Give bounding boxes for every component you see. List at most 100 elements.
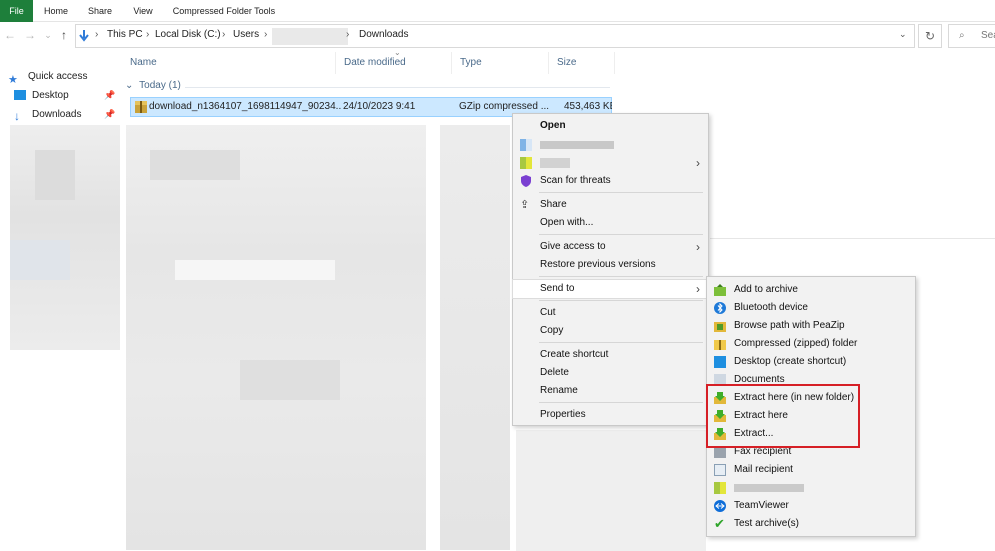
- sendto-redacted[interactable]: [707, 479, 915, 497]
- pin-icon[interactable]: 📌: [104, 90, 115, 101]
- nav-item-downloads[interactable]: ↓ Downloads: [14, 106, 81, 124]
- menu-item-restore-previous-versions[interactable]: Restore previous versions: [513, 256, 708, 274]
- menu-label: Mail recipient: [734, 464, 793, 475]
- redacted-label: [540, 158, 570, 168]
- share-icon: ⇪: [520, 199, 530, 211]
- menu-item-give-access[interactable]: Give access to ›: [513, 238, 708, 256]
- tab-compressed-folder-tools[interactable]: Compressed Folder Tools: [168, 0, 280, 22]
- group-label: Today (1): [139, 80, 181, 91]
- context-menu: Open › Scan for threats ⇪ Share Open wit…: [512, 113, 709, 426]
- menu-separator: [539, 300, 703, 301]
- menu-item-cut[interactable]: Cut: [513, 304, 708, 322]
- chevron-right-icon: ›: [696, 282, 700, 296]
- menu-label: Scan for threats: [540, 175, 611, 186]
- menu-label: Create shortcut: [540, 349, 609, 360]
- menu-label: Desktop (create shortcut): [734, 356, 847, 367]
- menu-item-scan-for-threats[interactable]: Scan for threats: [513, 172, 708, 190]
- menu-item-copy[interactable]: Copy: [513, 322, 708, 340]
- sendto-teamviewer[interactable]: TeamViewer: [707, 497, 915, 515]
- chevron-right-icon: ›: [264, 29, 268, 40]
- menu-item-delete[interactable]: Delete: [513, 364, 708, 382]
- tab-view[interactable]: View: [128, 0, 158, 22]
- breadcrumb-this-pc[interactable]: This PC: [107, 29, 143, 40]
- download-arrow-icon: ↓: [14, 109, 20, 124]
- column-size[interactable]: Size: [549, 52, 615, 74]
- menu-label: Share: [540, 199, 567, 210]
- menu-separator: [539, 234, 703, 235]
- breadcrumb-local-disk[interactable]: Local Disk (C:): [155, 29, 221, 40]
- file-type: GZip compressed ...: [459, 101, 550, 112]
- peazip-add-icon: [714, 284, 726, 296]
- refresh-icon[interactable]: ↻: [918, 24, 942, 48]
- menu-separator: [539, 342, 703, 343]
- up-icon[interactable]: ↑: [56, 27, 72, 43]
- menu-label: Properties: [540, 409, 586, 420]
- back-icon[interactable]: ←: [2, 27, 18, 43]
- menu-label: TeamViewer: [734, 500, 789, 511]
- nav-item-desktop[interactable]: Desktop: [14, 87, 69, 105]
- breadcrumb-downloads[interactable]: Downloads: [359, 29, 408, 40]
- sendto-add-to-archive[interactable]: Add to archive: [707, 281, 915, 299]
- sendto-compressed-folder[interactable]: Compressed (zipped) folder: [707, 335, 915, 353]
- menu-item-open-with[interactable]: Open with...: [513, 214, 708, 232]
- shield-icon: [521, 175, 531, 187]
- address-bar[interactable]: › This PC › Local Disk (C:) › Users › › …: [75, 24, 915, 48]
- menu-separator: [539, 276, 703, 277]
- menu-label: Rename: [540, 385, 578, 396]
- redacted-label: [734, 484, 804, 492]
- column-type[interactable]: Type: [452, 52, 549, 74]
- menu-separator: [539, 192, 703, 193]
- menu-item-redacted-submenu[interactable]: ›: [513, 154, 708, 172]
- forward-icon[interactable]: →: [22, 27, 38, 43]
- tab-home[interactable]: Home: [40, 0, 72, 22]
- chevron-right-icon: ›: [95, 29, 99, 40]
- sendto-browse-path-peazip[interactable]: Browse path with PeaZip: [707, 317, 915, 335]
- breadcrumb-users[interactable]: Users: [233, 29, 259, 40]
- column-name[interactable]: Name: [122, 52, 336, 74]
- desktop-icon: [14, 90, 26, 101]
- menu-item-rename[interactable]: Rename: [513, 382, 708, 400]
- chevron-right-icon: ›: [346, 29, 350, 40]
- bluetooth-icon: [714, 302, 726, 314]
- nav-label: Desktop: [32, 90, 69, 101]
- chevron-down-icon: ⌄: [125, 80, 134, 91]
- menu-item-share[interactable]: ⇪ Share: [513, 196, 708, 214]
- menu-item-redacted[interactable]: [513, 136, 708, 154]
- column-date-modified[interactable]: Date modified: [336, 52, 452, 74]
- app-icon: [520, 157, 532, 169]
- group-header-today[interactable]: ⌄ Today (1): [125, 80, 181, 91]
- app-icon: [520, 139, 532, 151]
- nav-quick-access[interactable]: ★ Quick access: [8, 68, 87, 86]
- sendto-mail-recipient[interactable]: Mail recipient: [707, 461, 915, 479]
- search-placeholder: Sea: [981, 30, 995, 41]
- chevron-down-icon[interactable]: ⌄: [899, 29, 907, 40]
- recent-locations-icon[interactable]: ⌄: [40, 27, 56, 43]
- peazip-folder-icon: [714, 322, 726, 332]
- redacted-label: [540, 141, 614, 149]
- menu-label: Cut: [540, 307, 556, 318]
- menu-item-open[interactable]: Open: [513, 117, 708, 135]
- highlight-box: [706, 384, 860, 448]
- chevron-right-icon: ›: [222, 29, 226, 40]
- menu-label: Compressed (zipped) folder: [734, 338, 858, 349]
- sendto-test-archive[interactable]: ✔ Test archive(s): [707, 515, 915, 533]
- pin-icon[interactable]: 📌: [104, 109, 115, 120]
- menu-item-properties[interactable]: Properties: [513, 406, 708, 424]
- menu-label: Test archive(s): [734, 518, 800, 529]
- menu-label: Open: [540, 120, 566, 131]
- menu-label: Delete: [540, 367, 569, 378]
- zip-folder-icon: [714, 340, 726, 350]
- menu-label: Browse path with PeaZip: [734, 320, 845, 331]
- sendto-bluetooth-device[interactable]: Bluetooth device: [707, 299, 915, 317]
- download-arrow-icon: [79, 30, 89, 42]
- file-date: 24/10/2023 9:41: [343, 101, 416, 112]
- menu-label: Send to: [540, 283, 575, 294]
- file-name: download_n1364107_1698114947_90234...: [149, 101, 341, 112]
- sendto-desktop-shortcut[interactable]: Desktop (create shortcut): [707, 353, 915, 371]
- tab-file[interactable]: File: [0, 0, 33, 22]
- tab-share[interactable]: Share: [84, 0, 116, 22]
- search-input[interactable]: ⌕ Sea: [948, 24, 995, 48]
- menu-item-create-shortcut[interactable]: Create shortcut: [513, 346, 708, 364]
- desktop-icon: [714, 356, 726, 368]
- menu-item-send-to[interactable]: Send to ›: [512, 279, 709, 299]
